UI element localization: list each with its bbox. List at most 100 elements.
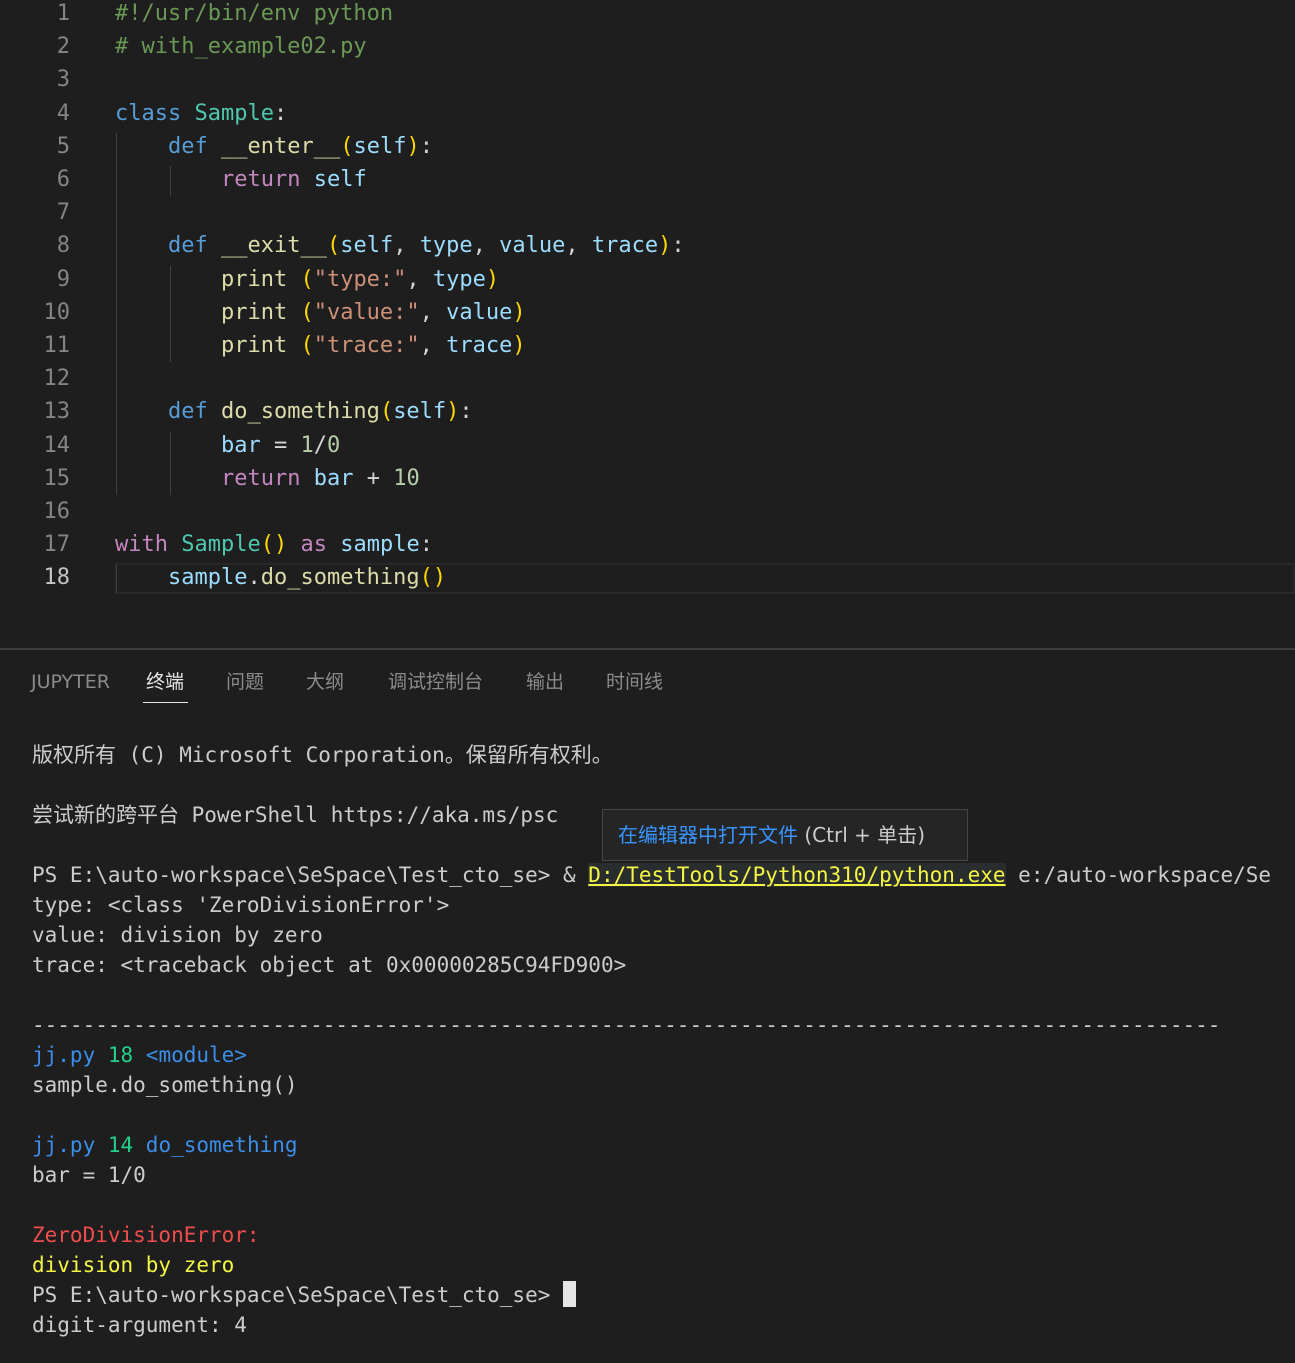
code-line[interactable]: 11 print ("trace:", trace) xyxy=(0,329,1295,362)
terminal-text: do_something xyxy=(145,1133,298,1157)
terminal-line: 尝试新的跨平台 PowerShell https://aka.ms/psc xyxy=(32,800,558,830)
python-exe-link[interactable]: D:/TestTools/Python310/python.exe xyxy=(588,863,1006,887)
code-token: type xyxy=(419,233,473,259)
code-text[interactable]: print ("value:", value) xyxy=(115,296,526,329)
code-token: 1 xyxy=(300,432,314,458)
code-token: : xyxy=(419,133,433,159)
code-token: , xyxy=(393,233,420,259)
code-token: () xyxy=(260,532,288,558)
tab-output[interactable]: 输出 xyxy=(526,670,564,694)
code-token: = xyxy=(260,432,301,458)
terminal-text: 版权所有 (C) Microsoft Corporation。保留所有权利。 xyxy=(32,743,613,767)
tab-problems[interactable]: 问题 xyxy=(226,670,264,694)
code-token: ) xyxy=(658,233,672,259)
code-line[interactable]: 4 class Sample: xyxy=(0,97,1295,130)
code-line[interactable]: 18 sample.do_something() xyxy=(0,561,1295,594)
code-token: + xyxy=(353,465,394,491)
code-line[interactable]: 15 return bar + 10 xyxy=(0,462,1295,495)
line-number: 1 xyxy=(56,1,70,26)
terminal-line: division by zero xyxy=(32,1250,234,1280)
code-line[interactable]: 2 # with_example02.py xyxy=(0,30,1295,63)
terminal-text: PS E:\auto-workspace\SeSpace\Test_cto_se… xyxy=(32,1283,564,1307)
terminal-text: ----------------------------------------… xyxy=(32,1013,1221,1037)
code-text[interactable]: print ("trace:", trace) xyxy=(115,329,526,362)
code-text[interactable]: return bar + 10 xyxy=(115,462,420,495)
code-token: : xyxy=(419,532,433,558)
code-token: ( xyxy=(300,266,314,292)
code-token: : xyxy=(671,233,685,259)
code-line[interactable]: 14 bar = 1/0 xyxy=(0,429,1295,462)
code-line[interactable]: 8 def __exit__(self, type, value, trace)… xyxy=(0,229,1295,262)
code-text[interactable]: def do_something(self): xyxy=(115,395,473,428)
code-token: Sample xyxy=(194,100,274,126)
code-line[interactable]: 1 #!/usr/bin/env python xyxy=(0,0,1295,30)
code-line[interactable]: 16 xyxy=(0,495,1295,528)
code-token: __enter__ xyxy=(220,133,341,159)
terminal-text: digit-argument: 4 xyxy=(32,1313,247,1337)
code-text[interactable]: def __exit__(self, type, value, trace): xyxy=(115,229,685,262)
terminal-text: value: division by zero xyxy=(32,923,323,947)
code-token: ( xyxy=(326,233,341,259)
code-text[interactable]: #!/usr/bin/env python xyxy=(115,0,393,30)
tab-terminal[interactable]: 终端 xyxy=(146,670,184,694)
code-text[interactable]: with Sample() as sample: xyxy=(115,528,433,561)
open-file-tooltip: 在编辑器中打开文件 (Ctrl + 单击) xyxy=(602,809,968,861)
code-token: ) xyxy=(512,299,526,325)
code-text[interactable]: # with_example02.py xyxy=(115,30,367,63)
code-line[interactable]: 5 def __enter__(self): xyxy=(0,130,1295,163)
terminal-text: bar = 1/0 xyxy=(32,1163,146,1187)
code-line[interactable]: 13 def do_something(self): xyxy=(0,395,1295,428)
code-line[interactable]: 9 print ("type:", type) xyxy=(0,263,1295,296)
terminal-text: sample.do_something() xyxy=(32,1073,298,1097)
code-token: self xyxy=(313,167,367,192)
code-token: . xyxy=(247,565,261,591)
code-token: , xyxy=(406,266,433,292)
tab-outline[interactable]: 大纲 xyxy=(306,670,344,694)
code-token: : xyxy=(273,100,288,126)
code-line[interactable]: 17 with Sample() as sample: xyxy=(0,528,1295,561)
terminal-text: ZeroDivisionError: xyxy=(32,1223,260,1247)
open-in-editor-link[interactable]: 在编辑器中打开文件 xyxy=(618,823,798,847)
code-line[interactable]: 3 xyxy=(0,63,1295,96)
code-token: do_something xyxy=(220,399,380,425)
code-line[interactable]: 12 xyxy=(0,362,1295,395)
terminal-line: ZeroDivisionError: xyxy=(32,1220,260,1250)
code-token: Sample xyxy=(181,532,261,558)
code-token: do_something xyxy=(260,565,420,591)
line-number: 13 xyxy=(43,399,71,425)
code-text[interactable]: sample.do_something() xyxy=(115,561,446,594)
line-number: 3 xyxy=(56,67,70,93)
code-editor[interactable]: 1 #!/usr/bin/env python 2 # with_example02.… xyxy=(0,0,1295,648)
terminal-line: ----------------------------------------… xyxy=(32,1010,1220,1040)
code-token: def xyxy=(167,399,208,425)
code-text[interactable]: print ("type:", type) xyxy=(115,263,499,296)
terminal-text: 14 xyxy=(95,1133,146,1157)
code-token: class xyxy=(115,100,182,126)
code-line[interactable]: 6 return self xyxy=(0,163,1295,196)
code-text[interactable]: def __enter__(self): xyxy=(115,130,433,163)
code-token: 0 xyxy=(326,432,341,458)
code-token: "value:" xyxy=(313,299,420,325)
tab-timeline[interactable]: 时间线 xyxy=(606,670,663,694)
terminal-line: 版权所有 (C) Microsoft Corporation。保留所有权利。 xyxy=(32,740,613,770)
code-line[interactable]: 10 print ("value:", value) xyxy=(0,296,1295,329)
terminal-line: jj.py 18 <module> xyxy=(32,1040,247,1070)
line-number: 18 xyxy=(43,565,71,591)
tab-debug-console[interactable]: 调试控制台 xyxy=(388,670,483,694)
tab-jupyter[interactable]: JUPYTER xyxy=(31,670,110,694)
code-token: as xyxy=(300,532,327,558)
code-token: return xyxy=(220,167,301,192)
code-line[interactable]: 7 xyxy=(0,196,1295,229)
code-token: def xyxy=(167,233,208,259)
code-token: self xyxy=(353,133,407,159)
terminal-text: e:/auto-workspace/Se xyxy=(1005,863,1272,887)
code-text[interactable]: class Sample: xyxy=(115,97,287,130)
code-text[interactable]: return self xyxy=(115,163,367,196)
code-text[interactable]: bar = 1/0 xyxy=(115,429,340,462)
